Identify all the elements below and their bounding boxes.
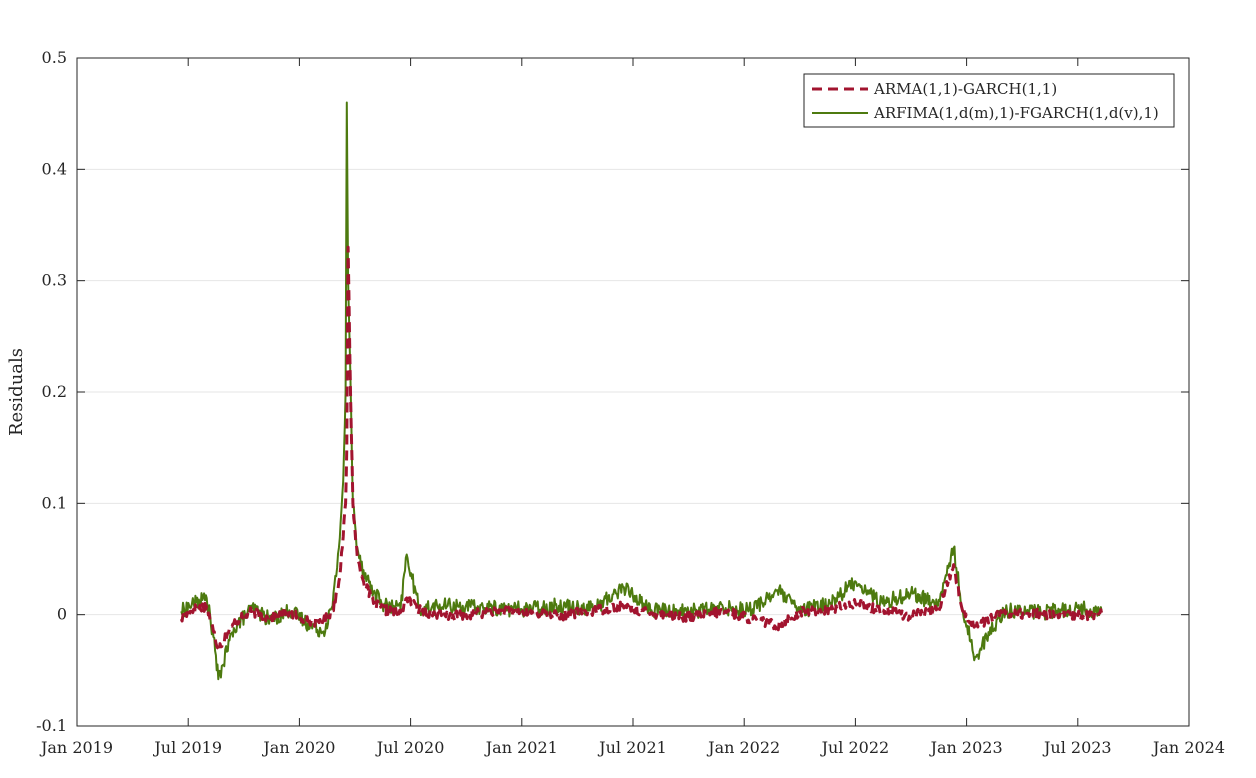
x-tick-label: Jan 2020 [261, 738, 335, 757]
y-axis-title: Residuals [6, 348, 27, 436]
y-tick-label: 0.1 [42, 493, 67, 512]
y-tick-label: 0.4 [42, 159, 67, 178]
x-tick-label: Jan 2023 [929, 738, 1003, 757]
y-tick-label: 0 [57, 605, 67, 624]
legend: ARMA(1,1)-GARCH(1,1) ARFIMA(1,d(m),1)-FG… [803, 73, 1175, 128]
y-tick-label: 0.2 [42, 382, 67, 401]
x-tick-label: Jul 2021 [597, 738, 667, 757]
y-tick-label: 0.3 [42, 271, 67, 290]
x-tick-label: Jul 2023 [1042, 738, 1112, 757]
legend-label-arma-garch: ARMA(1,1)-GARCH(1,1) [873, 80, 1057, 98]
x-tick-label: Jul 2019 [152, 738, 222, 757]
x-tick-label: Jan 2024 [1151, 738, 1225, 757]
x-tick-label: Jul 2020 [375, 738, 445, 757]
x-tick-label: Jan 2022 [706, 738, 780, 757]
legend-label-arfima-fgarch: ARFIMA(1,d(m),1)-FGARCH(1,d(v),1) [873, 104, 1159, 122]
x-tick-label: Jan 2019 [39, 738, 113, 757]
residuals-chart: Jan 2019 Jul 2019 Jan 2020 Jul 2020 Jan 2021… [6, 48, 1225, 757]
y-tick-label: 0.5 [42, 48, 67, 67]
x-tick-label: Jul 2022 [820, 738, 890, 757]
x-tick-label: Jan 2021 [484, 738, 558, 757]
y-tick-label: -0.1 [36, 716, 67, 735]
